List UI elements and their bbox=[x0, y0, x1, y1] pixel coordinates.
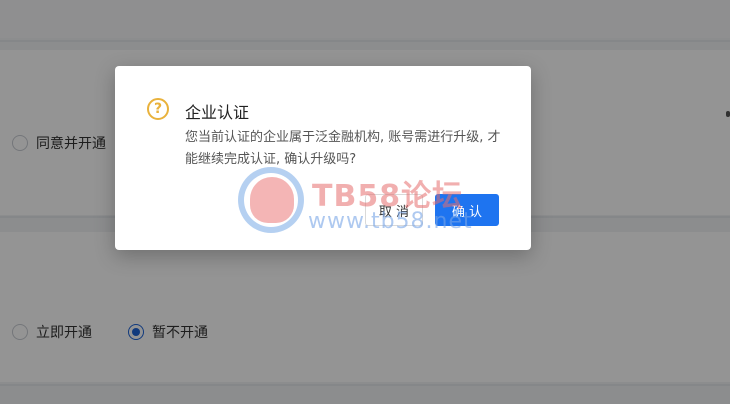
cancel-button[interactable]: 取 消 bbox=[365, 194, 423, 226]
dialog-message: 您当前认证的企业属于泛金融机构, 账号需进行升级, 才能继续完成认证, 确认升级… bbox=[185, 130, 501, 167]
confirm-dialog: ? 企业认证 您当前认证的企业属于泛金融机构, 账号需进行升级, 才能继续完成认… bbox=[115, 66, 531, 250]
page: 同意并开通 立即开通 暂不开通 ? 企业认证 您当前认证的企业属于泛金融机构, … bbox=[0, 0, 730, 404]
question-circle-icon: ? bbox=[147, 98, 169, 120]
dialog-title: 企业认证 bbox=[185, 103, 250, 122]
confirm-button[interactable]: 确 认 bbox=[435, 194, 499, 226]
